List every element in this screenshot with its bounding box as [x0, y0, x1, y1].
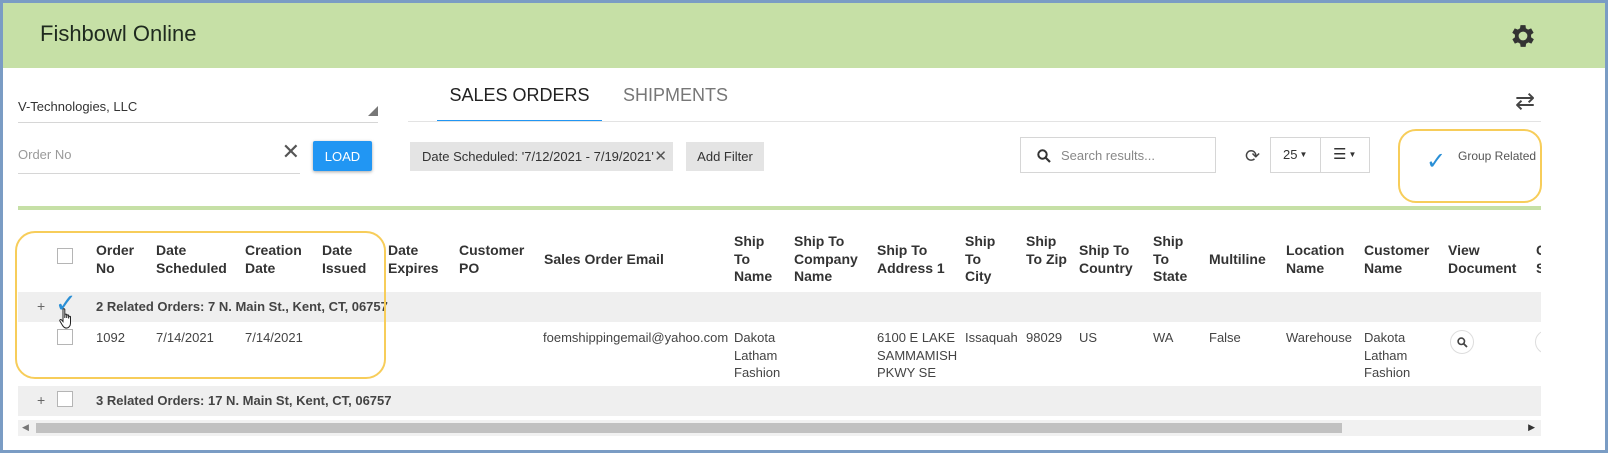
swap-icon[interactable]: ⇄ [1515, 87, 1535, 116]
tabs-divider [408, 121, 1541, 122]
cell-multiline: False [1209, 330, 1241, 345]
col-ship-to-address[interactable]: Ship To Address 1 [877, 242, 949, 277]
list-view-button[interactable]: ☰ ▼ [1320, 137, 1370, 173]
cell-ship-to-city: Issaquah [965, 330, 1018, 345]
app-window: Fishbowl Online V-Technologies, LLC ✕ LO… [0, 0, 1608, 453]
order-no-input[interactable] [18, 141, 268, 167]
col-ship-to-zip[interactable]: Ship To Zip [1026, 233, 1068, 268]
scroll-left-arrow-icon[interactable]: ◀ [22, 422, 29, 433]
cell-ship-to-state: WA [1153, 330, 1174, 345]
expand-icon[interactable]: + [37, 392, 45, 408]
filter-chip-label: Date Scheduled: '7/12/2021 - 7/19/2021' [422, 149, 654, 164]
col-ship-to-state[interactable]: Ship To State [1153, 233, 1195, 286]
search-input[interactable] [1061, 145, 1211, 165]
tab-sales-orders[interactable]: SALES ORDERS [437, 85, 602, 122]
col-customer-po[interactable]: Customer PO [459, 242, 529, 277]
caret-down-icon: ▼ [1348, 150, 1357, 159]
scroll-right-arrow-icon[interactable]: ▶ [1528, 422, 1535, 433]
col-view-document[interactable]: View Document [1448, 242, 1518, 277]
view-document-button[interactable] [1450, 330, 1474, 354]
add-filter-button[interactable]: Add Filter [686, 142, 764, 171]
col-ship-to-company[interactable]: Ship To Company Name [794, 233, 866, 286]
search-box [1020, 137, 1216, 173]
group-related-label: Group Related [1458, 149, 1537, 163]
cell-location-name: Warehouse [1286, 330, 1352, 345]
cell-customer-name: Dakota Latham Fashion [1364, 330, 1411, 380]
cell-ship-to-country: US [1079, 330, 1098, 345]
tab-shipments[interactable]: SHIPMENTS [623, 85, 728, 106]
gear-icon[interactable] [1508, 21, 1538, 51]
group-checkbox[interactable] [57, 391, 73, 407]
search-icon [1037, 149, 1051, 163]
col-customer-name[interactable]: Customer Name [1364, 242, 1436, 277]
partial-action-button[interactable] [1535, 330, 1541, 354]
col-ship-to-country[interactable]: Ship To Country [1079, 242, 1141, 277]
group-label: 3 Related Orders: 17 N. Main St, Kent, C… [96, 393, 392, 408]
order-no-field: ✕ [18, 139, 300, 174]
col-multiline[interactable]: Multiline [1209, 251, 1279, 269]
col-partial[interactable]: C S [1536, 242, 1541, 277]
list-view-icon: ☰ [1333, 146, 1347, 163]
cell-ship-to-zip: 98029 [1026, 330, 1063, 345]
col-location-name[interactable]: Location Name [1286, 242, 1348, 277]
top-bar: Fishbowl Online [3, 3, 1605, 68]
cell-sales-order-email: foemshippingemail@yahoo.com [543, 330, 729, 345]
col-sales-order-email[interactable]: Sales Order Email [544, 251, 724, 269]
col-ship-to-name[interactable]: Ship To Name [734, 233, 776, 286]
dropdown-caret-icon [368, 106, 378, 116]
filter-chip: Date Scheduled: '7/12/2021 - 7/19/2021' … [410, 142, 673, 171]
caret-down-icon: ▼ [1299, 150, 1308, 159]
load-button[interactable]: LOAD [313, 141, 372, 171]
page-size-select[interactable]: 25 ▼ [1270, 137, 1321, 173]
remove-filter-icon[interactable]: ✕ [654, 142, 667, 171]
page-size-value: 25 [1283, 147, 1298, 162]
refresh-icon[interactable]: ⟳ [1245, 146, 1260, 167]
company-select-value: V-Technologies, LLC [18, 99, 138, 114]
hand-cursor-icon [59, 308, 71, 329]
check-icon: ✓ [1426, 148, 1447, 175]
clear-icon[interactable]: ✕ [282, 139, 300, 165]
col-date-expires[interactable]: Date Expires [388, 242, 443, 277]
horizontal-scrollbar[interactable]: ◀ ▶ [18, 420, 1541, 436]
cell-ship-to-name: Dakota Latham Fashion [734, 330, 781, 380]
scrollbar-thumb[interactable] [36, 423, 1342, 433]
group-related-toggle[interactable]: ✓ Group Related [1398, 129, 1542, 203]
col-ship-to-city[interactable]: Ship To City [965, 233, 1007, 286]
group-row[interactable]: + 3 Related Orders: 17 N. Main St, Kent,… [18, 386, 1541, 416]
search-icon [1457, 337, 1468, 348]
company-select[interactable]: V-Technologies, LLC [18, 95, 378, 123]
cell-ship-to-address: 6100 E LAKE SAMMAMISH PKWY SE [877, 330, 958, 380]
app-title: Fishbowl Online [40, 21, 197, 46]
